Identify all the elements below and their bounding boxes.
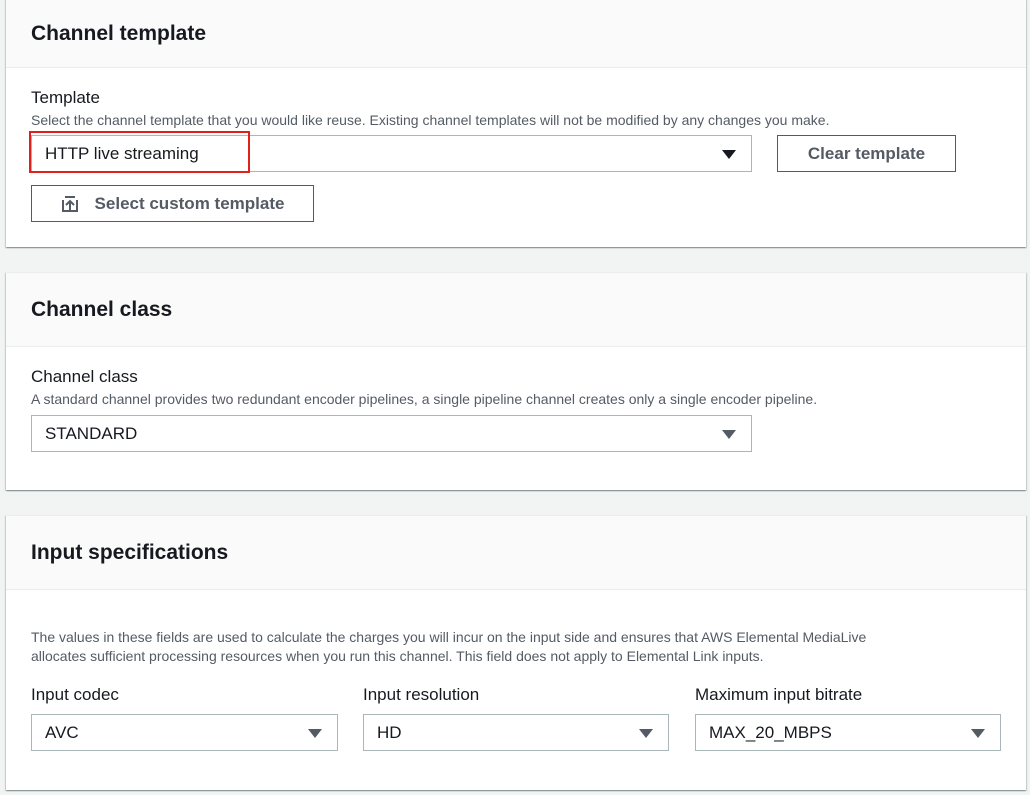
input-codec-select[interactable]: AVC <box>31 714 338 751</box>
channel-template-title: Channel template <box>31 21 207 45</box>
clear-template-button[interactable]: Clear template <box>777 135 956 172</box>
max-input-bitrate-select[interactable]: MAX_20_MBPS <box>695 714 1001 751</box>
channel-class-title: Channel class <box>31 297 173 321</box>
chevron-down-icon <box>722 150 736 159</box>
input-specifications-title: Input specifications <box>31 540 229 564</box>
input-resolution-label: Input resolution <box>363 685 480 704</box>
chevron-down-icon <box>639 729 653 738</box>
input-specifications-description-1: The values in these fields are used to c… <box>31 629 867 645</box>
input-resolution-select[interactable]: HD <box>363 714 669 751</box>
channel-template-header: Channel template <box>6 0 1026 68</box>
select-custom-template-label: Select custom template <box>94 193 285 213</box>
template-selected-value: HTTP live streaming <box>45 143 199 163</box>
input-specifications-description-2: allocates sufficient processing resource… <box>31 648 764 664</box>
select-custom-template-button[interactable]: Select custom template <box>31 185 314 222</box>
input-specifications-panel: Input specifications The values in these… <box>6 515 1026 790</box>
input-codec-value: AVC <box>45 722 79 742</box>
channel-class-description: A standard channel provides two redundan… <box>31 391 818 407</box>
max-input-bitrate-label: Maximum input bitrate <box>695 685 863 704</box>
template-select[interactable]: HTTP live streaming <box>31 135 752 172</box>
template-label: Template <box>31 88 100 107</box>
channel-class-header: Channel class <box>6 273 1026 347</box>
channel-class-label: Channel class <box>31 367 138 386</box>
input-specifications-header: Input specifications <box>6 516 1026 590</box>
channel-class-select[interactable]: STANDARD <box>31 415 752 452</box>
clear-template-label: Clear template <box>807 143 926 163</box>
input-resolution-value: HD <box>377 722 402 742</box>
chevron-down-icon <box>971 729 985 738</box>
channel-template-panel: Channel template Template Select the cha… <box>6 0 1026 247</box>
max-input-bitrate-value: MAX_20_MBPS <box>709 722 832 742</box>
channel-class-selected-value: STANDARD <box>45 423 138 443</box>
input-codec-label: Input codec <box>31 685 119 704</box>
chevron-down-icon <box>722 430 736 439</box>
chevron-down-icon <box>308 729 322 738</box>
channel-class-panel: Channel class Channel class A standard c… <box>6 272 1026 490</box>
template-description: Select the channel template that you wou… <box>31 112 830 128</box>
upload-icon <box>61 195 78 212</box>
